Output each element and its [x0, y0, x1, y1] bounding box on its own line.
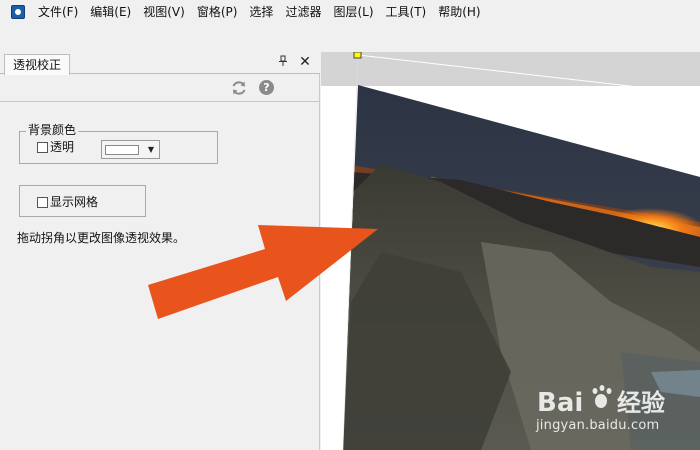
- menu-filter[interactable]: 过滤器: [279, 0, 327, 24]
- refresh-icon[interactable]: [230, 79, 248, 97]
- color-swatch: [105, 145, 139, 155]
- menu-tools[interactable]: 工具(T): [380, 0, 433, 24]
- transparent-checkbox[interactable]: [37, 142, 48, 153]
- watermark-bai-text: Bai: [537, 388, 583, 418]
- menu-select[interactable]: 选择: [243, 0, 279, 24]
- pin-glyph: [279, 55, 287, 66]
- watermark-jingyan-text: 经验: [617, 389, 665, 417]
- close-icon[interactable]: ✕: [297, 54, 313, 70]
- paw-icon: [592, 385, 612, 408]
- watermark-url: jingyan.baidu.com: [536, 418, 660, 433]
- menu-file[interactable]: 文件(F): [32, 0, 84, 24]
- baidu-watermark-logo: Bai 经验: [537, 385, 665, 418]
- tab-perspective-correction[interactable]: 透视校正: [4, 54, 70, 75]
- corner-handle[interactable]: [353, 52, 362, 59]
- app-logo-icon[interactable]: [11, 5, 25, 19]
- menu-help[interactable]: 帮助(H): [432, 0, 486, 24]
- pin-icon[interactable]: [276, 55, 290, 69]
- menu-layer[interactable]: 图层(L): [327, 0, 379, 24]
- show-grid-checkbox[interactable]: [37, 197, 48, 208]
- menu-edit[interactable]: 编辑(E): [84, 0, 137, 24]
- background-color-dropdown[interactable]: ▼: [101, 140, 160, 159]
- help-icon[interactable]: ?: [259, 80, 274, 95]
- panel-tab-bar: 透视校正 ✕: [0, 52, 320, 75]
- menu-bar: 文件(F) 编辑(E) 视图(V) 窗格(P) 选择 过滤器 图层(L) 工具(…: [0, 0, 700, 24]
- chevron-down-icon: ▼: [147, 145, 155, 154]
- transparent-label: 透明: [50, 140, 75, 154]
- menu-pane[interactable]: 窗格(P): [191, 0, 244, 24]
- panel-toolbar: ?: [0, 74, 320, 102]
- orange-arrow-icon: [148, 225, 378, 319]
- background-color-title: 背景颜色: [26, 123, 79, 137]
- show-grid-label: 显示网格: [50, 195, 99, 209]
- menu-view[interactable]: 视图(V): [137, 0, 191, 24]
